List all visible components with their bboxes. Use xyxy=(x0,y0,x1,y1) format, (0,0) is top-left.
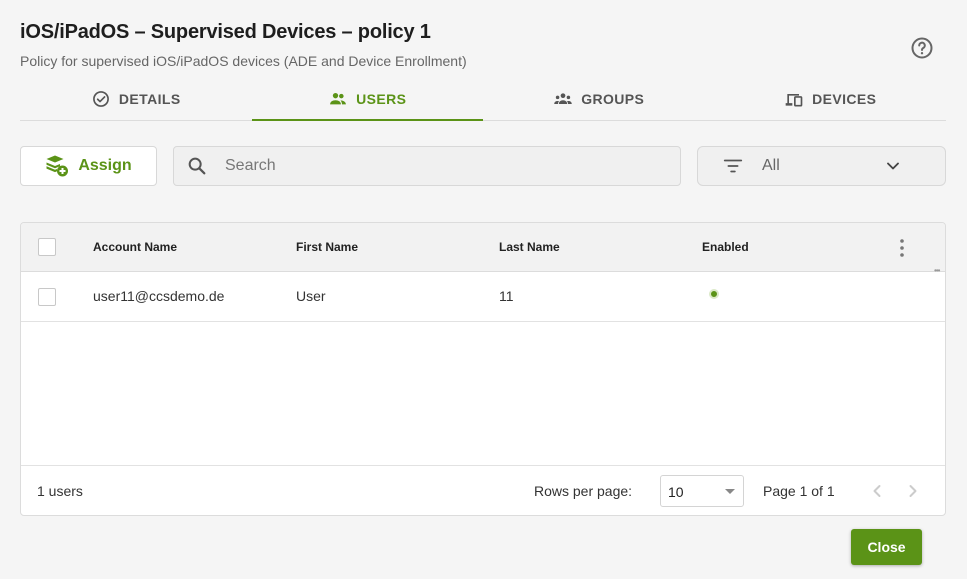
assign-button[interactable]: Assign xyxy=(20,146,157,186)
search-icon xyxy=(188,157,206,175)
tab-details[interactable]: DETAILS xyxy=(20,78,252,120)
devices-icon xyxy=(785,94,803,107)
check-circle-icon xyxy=(93,91,109,107)
assign-button-label: Assign xyxy=(78,157,132,174)
more-vert-icon[interactable] xyxy=(893,237,911,259)
page-subtitle: Policy for supervised iOS/iPadOS devices… xyxy=(20,53,467,69)
chevron-down-icon xyxy=(887,162,899,170)
cell-last-name: 11 xyxy=(499,288,514,304)
column-header-enabled[interactable]: Enabled xyxy=(702,240,749,254)
column-header-account-name[interactable]: Account Name xyxy=(93,240,177,254)
groups-icon xyxy=(554,93,572,104)
tab-devices-label: DEVICES xyxy=(812,91,877,107)
close-button[interactable]: Close xyxy=(851,529,922,565)
tab-devices[interactable]: DEVICES xyxy=(715,78,947,120)
tab-bar: DETAILS USERS GROUPS DEVICES xyxy=(20,78,946,121)
select-all-checkbox[interactable] xyxy=(38,238,56,256)
page-title: iOS/iPadOS – Supervised Devices – policy… xyxy=(20,21,431,43)
filter-select[interactable]: All xyxy=(697,146,946,186)
tab-details-label: DETAILS xyxy=(118,91,181,107)
cell-account-name: user11@ccsdemo.de xyxy=(93,288,225,304)
table-row[interactable]: user11@ccsdemo.de User 11 xyxy=(21,273,945,322)
rows-per-page-label: Rows per page: xyxy=(534,483,633,499)
column-header-last-name[interactable]: Last Name xyxy=(499,240,560,254)
table-header: Account Name First Name Last Name Enable… xyxy=(21,223,945,275)
assign-layers-icon xyxy=(46,155,69,177)
caret-down-icon xyxy=(725,489,735,494)
table-footer: 1 users Rows per page: 10 Page 1 of 1 xyxy=(21,465,945,515)
rows-per-page-select[interactable]: 10 xyxy=(660,475,744,507)
enabled-status-dot xyxy=(709,289,719,299)
filter-value: All xyxy=(762,157,780,174)
search-box xyxy=(173,146,681,186)
filter-icon xyxy=(723,159,743,173)
tab-groups[interactable]: GROUPS xyxy=(483,78,715,120)
tab-users-label: USERS xyxy=(356,91,407,107)
cell-first-name: User xyxy=(296,288,326,304)
user-count: 1 users xyxy=(37,483,83,499)
users-table: Account Name First Name Last Name Enable… xyxy=(20,222,946,516)
page-info: Page 1 of 1 xyxy=(763,483,835,499)
prev-page-icon[interactable] xyxy=(867,481,887,501)
tab-groups-label: GROUPS xyxy=(581,91,645,107)
people-icon xyxy=(330,93,347,105)
column-header-first-name[interactable]: First Name xyxy=(296,240,358,254)
help-icon[interactable] xyxy=(910,36,934,60)
tab-users[interactable]: USERS xyxy=(251,78,484,121)
row-checkbox[interactable] xyxy=(38,288,56,306)
rows-per-page-value: 10 xyxy=(668,484,684,500)
search-input[interactable] xyxy=(225,157,665,175)
next-page-icon[interactable] xyxy=(903,481,923,501)
